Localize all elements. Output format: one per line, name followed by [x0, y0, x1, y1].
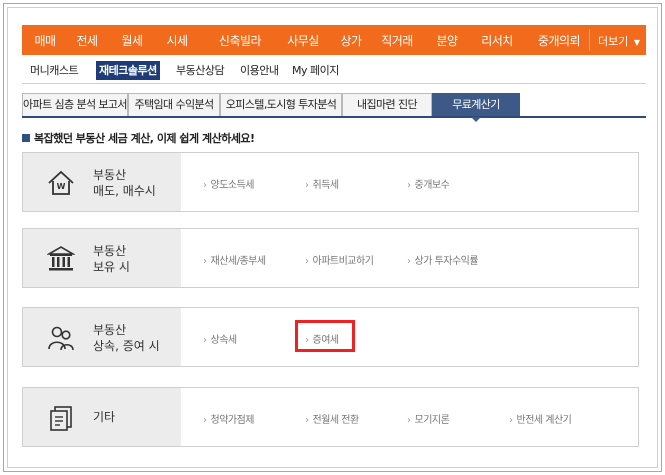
top-nav-item-market-price[interactable]: 시세: [162, 32, 192, 49]
svg-text:W: W: [57, 182, 66, 191]
house-won-icon: W: [48, 170, 74, 195]
card-title: 기타: [93, 409, 181, 425]
card-label-area: W 부동산 매도, 매수시: [23, 153, 181, 211]
sub-nav-item-finance-solution[interactable]: 재테크솔루션: [96, 61, 160, 80]
tab-bar: 아파트 심층 분석 보고서 주택임대 수익분석 오피스텔,도시형 투자분석 내집…: [22, 93, 646, 122]
link-acquisition-tax[interactable]: 취득세: [305, 176, 340, 191]
card-title-line1: 부동산: [93, 244, 127, 258]
link-apartment-compare[interactable]: 아파트비교하기: [305, 252, 374, 267]
card-title-line1: 부동산: [93, 168, 127, 182]
top-nav-item-direct-deal[interactable]: 직거래: [376, 32, 418, 49]
calc-card-holding: 부동산 보유 시 재산세/종부세 아파트비교하기 상가 투자수익률: [22, 228, 639, 288]
notice-line: 복잡했던 부동산 세금 계산, 이제 쉽게 계산하세요!: [22, 130, 255, 146]
card-title-line2: 매도, 매수시: [93, 184, 156, 198]
tab-home-diagnosis[interactable]: 내집마련 진단: [342, 93, 432, 116]
link-inheritance-tax[interactable]: 상속세: [203, 331, 238, 346]
link-rent-conversion[interactable]: 전월세 전환: [305, 411, 360, 426]
card-label-area: 부동산 상속, 증여 시: [23, 308, 181, 366]
card-title-line1: 부동산: [93, 323, 127, 337]
bank-building-icon: [47, 246, 75, 271]
link-store-yield[interactable]: 상가 투자수익률: [407, 252, 479, 267]
chevron-down-icon: ▼: [633, 38, 640, 47]
people-icon: [48, 326, 74, 351]
sub-nav-item-guide[interactable]: 이용안내: [240, 61, 279, 80]
tab-officetel-analysis[interactable]: 오피스텔,도시형 투자분석: [220, 93, 342, 116]
card-title-line2: 상속, 증여 시: [93, 339, 160, 353]
card-title: 부동산 보유 시: [93, 243, 181, 275]
sub-nav-item-moneycast[interactable]: 머니캐스트: [30, 61, 79, 80]
card-title-line2: 보유 시: [93, 260, 130, 274]
link-subscription-points[interactable]: 청약가점제: [203, 411, 255, 426]
more-menu[interactable]: 더보기 ▼: [588, 29, 646, 51]
card-label-area: 부동산 보유 시: [23, 229, 181, 287]
top-nav-item-research[interactable]: 리서치: [476, 32, 518, 49]
link-capital-gains-tax[interactable]: 양도소득세: [203, 176, 255, 191]
document-icon: [50, 406, 72, 431]
card-title: 부동산 매도, 매수시: [93, 167, 181, 199]
calc-card-etc: 기타 청약가점제 전월세 전환 모기지론 반전세 계산기: [22, 387, 639, 447]
link-brokerage-fee[interactable]: 중개보수: [407, 176, 450, 191]
more-menu-label: 더보기: [597, 35, 629, 48]
top-nav-item-office[interactable]: 사무실: [282, 32, 324, 49]
highlight-box: [295, 320, 355, 352]
sub-nav-item-consulting[interactable]: 부동산상담: [176, 61, 225, 80]
card-label-area: 기타: [23, 388, 181, 446]
top-nav-item-monthly-rent[interactable]: 월세: [117, 32, 147, 49]
top-nav-item-presale[interactable]: 분양: [432, 32, 462, 49]
top-nav-item-store[interactable]: 상가: [336, 32, 366, 49]
top-nav-item-jeonse[interactable]: 전세: [72, 32, 102, 49]
top-nav-item-brokerage-request[interactable]: 중개의뢰: [532, 32, 586, 49]
card-title-line1: 기타: [93, 410, 116, 424]
top-nav-item-sale[interactable]: 매매: [30, 32, 60, 49]
link-mortgage-loan[interactable]: 모기지론: [407, 411, 450, 426]
square-bullet-icon: [22, 134, 30, 142]
calc-card-trade: W 부동산 매도, 매수시 양도소득세 취득세 중개보수: [22, 152, 639, 212]
top-nav: 매매 전세 월세 시세 신축빌라 사무실 상가 직거래 분양 리서치 중개의뢰 …: [22, 25, 646, 55]
tab-apartment-report[interactable]: 아파트 심층 분석 보고서: [22, 93, 128, 116]
sub-nav-item-my-page[interactable]: My 페이지: [292, 61, 339, 80]
tab-free-calculator[interactable]: 무료계산기: [432, 93, 520, 122]
sub-nav: 머니캐스트 재테크솔루션 부동산상담 이용안내 My 페이지: [22, 57, 646, 84]
link-semi-jeonse-calculator[interactable]: 반전세 계산기: [509, 411, 572, 426]
calc-card-inheritance: 부동산 상속, 증여 시 상속세 증여세: [22, 307, 639, 367]
notice-text: 복잡했던 부동산 세금 계산, 이제 쉽게 계산하세요!: [34, 132, 255, 145]
tab-rental-analysis[interactable]: 주택임대 수익분석: [128, 93, 220, 116]
card-title: 부동산 상속, 증여 시: [93, 322, 181, 354]
top-nav-item-new-villa[interactable]: 신축빌라: [212, 32, 268, 49]
link-property-tax[interactable]: 재산세/종부세: [203, 252, 267, 267]
